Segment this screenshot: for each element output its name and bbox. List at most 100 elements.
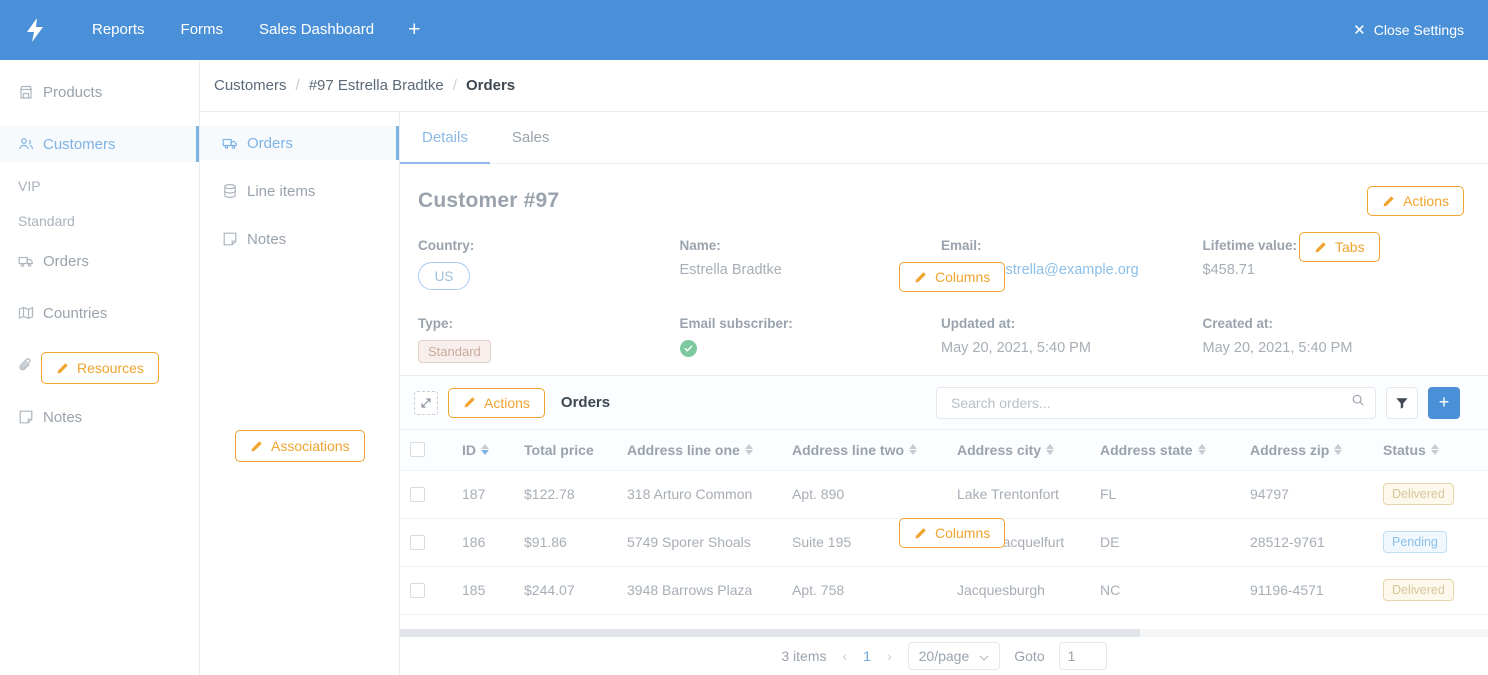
sort-icon[interactable]	[745, 444, 753, 455]
table-row[interactable]: 187 $122.78 318 Arturo Common Apt. 890 L…	[400, 470, 1488, 518]
tab-details[interactable]: Details	[400, 112, 490, 164]
sidebar-label: Countries	[43, 305, 107, 322]
field-label: Type:	[418, 316, 680, 331]
subnav-label: Orders	[247, 135, 293, 152]
field-value: May 20, 2021, 5:40 PM	[1203, 340, 1465, 356]
sidebar-subitem-vip[interactable]: VIP	[0, 173, 199, 199]
column-header-address-line-two[interactable]: Address line two	[782, 430, 947, 470]
resources-edit-badge[interactable]: Resources	[41, 352, 159, 384]
column-header-id[interactable]: ID	[452, 430, 514, 470]
field-label: Name:	[680, 238, 942, 253]
table-actions-edit-badge[interactable]: Actions	[448, 388, 545, 418]
goto-label: Goto	[1014, 648, 1044, 664]
sidebar-item-countries[interactable]: Countries	[0, 295, 199, 331]
associations-edit-badge[interactable]: Associations	[235, 430, 365, 462]
cell-address-zip: 28512-9761	[1240, 518, 1373, 566]
column-label: Address zip	[1250, 442, 1329, 458]
select-all-checkbox[interactable]	[410, 442, 425, 457]
subnav-item-orders[interactable]: Orders	[200, 126, 399, 160]
column-header-status[interactable]: Status	[1373, 430, 1488, 470]
column-header-total-price[interactable]: Total price	[514, 430, 617, 470]
sort-icon[interactable]	[909, 444, 917, 455]
sidebar-subitem-standard[interactable]: Standard	[0, 208, 199, 234]
pencil-icon	[56, 362, 69, 375]
top-navigation-bar: Reports Forms Sales Dashboard + ✕ Close …	[0, 0, 1488, 60]
close-settings-button[interactable]: ✕ Close Settings	[1353, 22, 1464, 38]
row-checkbox[interactable]	[410, 535, 425, 550]
top-nav-forms[interactable]: Forms	[163, 0, 242, 60]
row-checkbox[interactable]	[410, 583, 425, 598]
pencil-icon	[463, 396, 476, 409]
filter-icon[interactable]	[1386, 387, 1418, 419]
row-select-cell	[400, 470, 452, 518]
sidebar-item-notes[interactable]: Notes	[0, 399, 199, 435]
add-tab-button[interactable]: +	[392, 0, 436, 60]
page-number-1[interactable]: 1	[863, 648, 871, 664]
table-columns-badge-label: Columns	[935, 525, 990, 541]
plus-icon: +	[1439, 392, 1450, 413]
column-header-address-line-one[interactable]: Address line one	[617, 430, 782, 470]
cell-address-state: NC	[1090, 566, 1240, 614]
cell-address-city: Jacquesburgh	[947, 566, 1090, 614]
column-label: Address city	[957, 442, 1041, 458]
cell-id: 187	[452, 470, 514, 518]
prev-page-button[interactable]: ‹	[841, 648, 850, 664]
sort-icon[interactable]	[1198, 444, 1206, 455]
table-row[interactable]: 185 $244.07 3948 Barrows Plaza Apt. 758 …	[400, 566, 1488, 614]
goto-page-input[interactable]	[1059, 642, 1107, 670]
sort-icon[interactable]	[1334, 444, 1342, 455]
next-page-button[interactable]: ›	[885, 648, 894, 664]
top-nav-sales-dashboard[interactable]: Sales Dashboard	[241, 0, 392, 60]
add-record-button[interactable]: +	[1428, 387, 1460, 419]
items-count: 3 items	[781, 648, 826, 664]
associations-badge-label: Associations	[271, 438, 350, 454]
resources-badge-label: Resources	[77, 360, 144, 376]
column-header-address-zip[interactable]: Address zip	[1240, 430, 1373, 470]
page-title: Customer #97	[418, 189, 559, 213]
cell-total-price: $122.78	[514, 470, 617, 518]
sort-icon[interactable]	[1046, 444, 1054, 455]
column-header-address-city[interactable]: Address city	[947, 430, 1090, 470]
pencil-icon	[1382, 195, 1395, 208]
table-columns-edit-badge[interactable]: Columns	[899, 518, 1005, 548]
scrollbar-thumb[interactable]	[400, 629, 1140, 637]
bolt-icon[interactable]	[20, 15, 50, 45]
page-size-select[interactable]: 20/page	[908, 642, 1001, 670]
subnav-item-line-items[interactable]: Line items	[200, 174, 399, 208]
page-size-label: 20/page	[919, 648, 970, 664]
breadcrumb-root[interactable]: Customers	[214, 77, 287, 94]
tabs-edit-badge[interactable]: Tabs	[1299, 232, 1380, 262]
sort-icon[interactable]	[481, 444, 489, 455]
detail-columns-edit-badge[interactable]: Columns	[899, 262, 1005, 292]
tab-sales[interactable]: Sales	[490, 112, 572, 164]
breadcrumb-parent[interactable]: #97 Estrella Bradtke	[309, 77, 444, 94]
paperclip-icon	[18, 357, 34, 373]
body-row: Products Customers VIP Standard	[0, 60, 1488, 675]
field-label: Updated at:	[941, 316, 1203, 331]
sidebar-item-orders[interactable]: Orders	[0, 243, 199, 279]
sidebar-item-customers[interactable]: Customers	[0, 126, 199, 162]
search-box[interactable]	[936, 387, 1376, 419]
row-checkbox[interactable]	[410, 487, 425, 502]
sidebar-label: Notes	[43, 409, 82, 426]
cell-address-zip: 91196-4571	[1240, 566, 1373, 614]
column-header-address-state[interactable]: Address state	[1090, 430, 1240, 470]
breadcrumb-separator: /	[453, 77, 457, 94]
search-icon[interactable]	[1351, 393, 1365, 412]
column-label: ID	[462, 442, 476, 458]
orders-table-card: Actions Orders	[400, 376, 1488, 675]
sort-icon[interactable]	[1431, 444, 1439, 455]
horizontal-scrollbar[interactable]	[400, 629, 1488, 637]
sidebar-item-products[interactable]: Products	[0, 74, 199, 110]
field-label: Created at:	[1203, 316, 1465, 331]
expand-icon[interactable]	[414, 391, 438, 415]
subnav-item-notes[interactable]: Notes	[200, 222, 399, 256]
database-icon	[222, 183, 238, 199]
detail-header: Customer #97 Actions	[418, 186, 1464, 216]
status-badge: Pending	[1383, 531, 1447, 553]
field-updated-at: Updated at: May 20, 2021, 5:40 PM	[941, 316, 1203, 363]
detail-actions-edit-badge[interactable]: Actions	[1367, 186, 1464, 216]
search-input[interactable]	[949, 394, 1351, 412]
top-nav-reports[interactable]: Reports	[74, 0, 163, 60]
table-header-row: ID Total price	[400, 430, 1488, 470]
